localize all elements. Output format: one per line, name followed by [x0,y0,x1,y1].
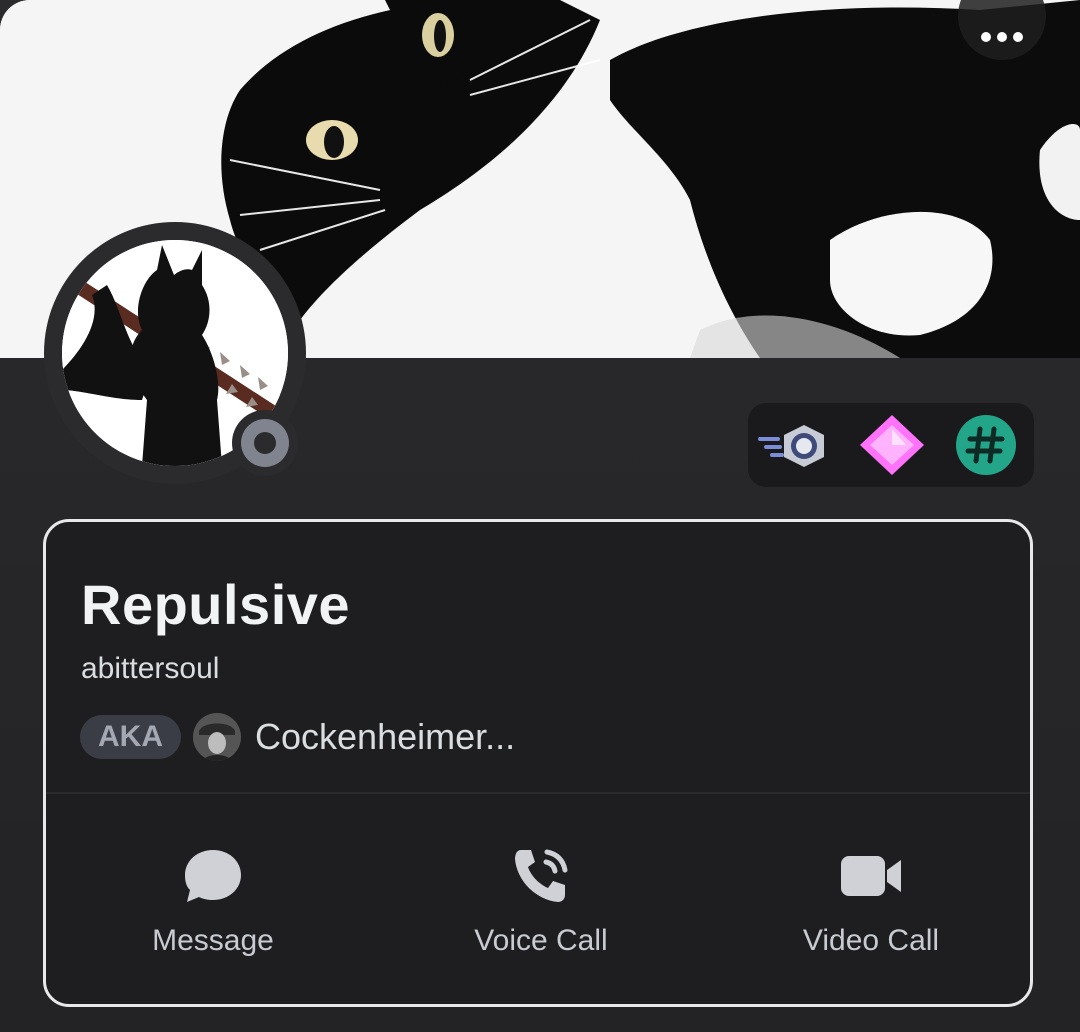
voice-call-label: Voice Call [474,924,608,957]
username[interactable]: abittersoul [81,652,219,686]
hashtag-badge-icon[interactable] [954,415,1018,475]
phone-call-icon [515,849,568,902]
status-indicator [232,410,298,476]
aka-row[interactable]: AKA Cockenheimer... [80,713,515,761]
chat-bubble-icon [185,850,241,902]
aka-name: Cockenheimer... [255,716,516,757]
voice-call-button[interactable]: Voice Call [401,822,681,972]
offline-status-icon [241,419,289,467]
aka-avatar [193,713,241,761]
message-button[interactable]: Message [73,822,353,972]
profile-sheet: Repulsive abittersoul AKA Cockenheimer..… [0,0,1080,1032]
card-divider [46,792,1030,794]
gem-badge-icon[interactable] [860,415,924,475]
badge-bar [748,403,1034,487]
more-dots-icon [981,32,1023,42]
video-camera-icon [841,856,901,896]
video-call-label: Video Call [802,924,940,957]
aka-badge: AKA [80,715,181,759]
display-name: Repulsive [81,573,351,636]
nitro-badge-icon[interactable] [756,415,824,475]
video-call-button[interactable]: Video Call [731,822,1011,972]
message-label: Message [152,924,274,957]
profile-card: Repulsive abittersoul AKA Cockenheimer..… [43,519,1033,1007]
